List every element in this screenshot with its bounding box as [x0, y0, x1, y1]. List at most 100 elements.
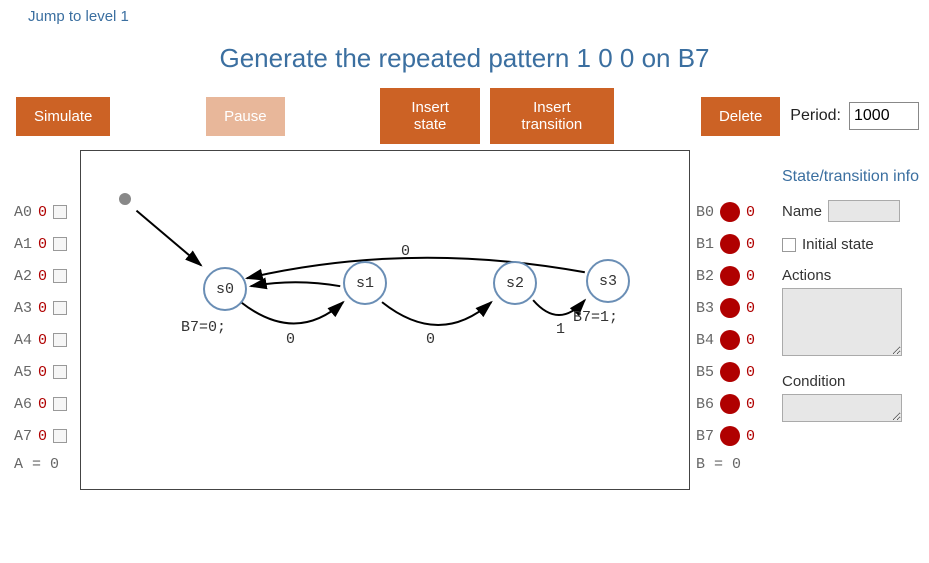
input-a5-checkbox[interactable] [53, 365, 67, 379]
output-b0-label: B0 [696, 204, 714, 221]
output-b1-row: B1 0 [696, 228, 772, 260]
input-a1-label: A1 [14, 236, 32, 253]
state-s0-label: s0 [216, 281, 234, 298]
jump-link[interactable]: Jump to level 1 [0, 0, 129, 25]
output-b-column: B0 0 B1 0 B2 0 B3 0 B4 0 B5 0 [690, 150, 772, 490]
input-a4-checkbox[interactable] [53, 333, 67, 347]
input-a0-value: 0 [38, 204, 47, 221]
input-a5-label: A5 [14, 364, 32, 381]
output-b-sum: B = 0 [696, 456, 772, 473]
input-a2-label: A2 [14, 268, 32, 285]
output-b3-row: B3 0 [696, 292, 772, 324]
initial-state-checkbox[interactable] [782, 238, 796, 252]
input-a5-row: A5 0 [14, 356, 80, 388]
state-s1-label: s1 [356, 275, 374, 292]
output-b3-led-icon [720, 298, 740, 318]
output-b5-row: B5 0 [696, 356, 772, 388]
state-s3-label: s3 [599, 273, 617, 290]
output-b6-led-icon [720, 394, 740, 414]
input-a2-row: A2 0 [14, 260, 80, 292]
input-a6-label: A6 [14, 396, 32, 413]
input-a0-row: A0 0 [14, 196, 80, 228]
output-b5-led-icon [720, 362, 740, 382]
info-panel: State/transition info Name Initial state… [772, 150, 922, 490]
input-a0-label: A0 [14, 204, 32, 221]
input-a2-checkbox[interactable] [53, 269, 67, 283]
insert-transition-button[interactable]: Insert transition [490, 88, 614, 144]
period-input[interactable] [849, 102, 919, 130]
insert-state-button[interactable]: Insert state [380, 88, 480, 144]
info-panel-header: State/transition info [782, 168, 922, 186]
input-a3-checkbox[interactable] [53, 301, 67, 315]
output-b4-value: 0 [746, 332, 755, 349]
state-s0[interactable]: s0 [203, 267, 247, 311]
pause-button: Pause [206, 97, 285, 136]
output-b0-value: 0 [746, 204, 755, 221]
toolbar: Simulate Pause Insert state Insert trans… [0, 88, 929, 150]
page-title: Generate the repeated pattern 1 0 0 on B… [0, 43, 929, 74]
input-a0-checkbox[interactable] [53, 205, 67, 219]
output-b6-label: B6 [696, 396, 714, 413]
output-b3-value: 0 [746, 300, 755, 317]
actions-label: Actions [782, 267, 922, 284]
output-b7-value: 0 [746, 428, 755, 445]
input-a7-checkbox[interactable] [53, 429, 67, 443]
state-s2-label: s2 [506, 275, 524, 292]
edge-s1-s2-label: 0 [426, 331, 435, 348]
state-s0-action: B7=0; [181, 319, 226, 336]
fsm-canvas[interactable]: s0 s1 s2 s3 B7=0; B7=1; 0 0 1 0 [80, 150, 690, 490]
input-a5-value: 0 [38, 364, 47, 381]
output-b6-row: B6 0 [696, 388, 772, 420]
output-b3-label: B3 [696, 300, 714, 317]
input-a4-label: A4 [14, 332, 32, 349]
input-a1-value: 0 [38, 236, 47, 253]
state-s3-action: B7=1; [573, 309, 618, 326]
name-label: Name [782, 203, 822, 220]
state-s3[interactable]: s3 [586, 259, 630, 303]
output-b1-value: 0 [746, 236, 755, 253]
input-a1-row: A1 0 [14, 228, 80, 260]
output-b0-row: B0 0 [696, 196, 772, 228]
output-b2-value: 0 [746, 268, 755, 285]
output-b2-label: B2 [696, 268, 714, 285]
input-a-sum: A = 0 [14, 456, 80, 473]
input-a4-row: A4 0 [14, 324, 80, 356]
input-a3-row: A3 0 [14, 292, 80, 324]
state-s2[interactable]: s2 [493, 261, 537, 305]
output-b1-label: B1 [696, 236, 714, 253]
input-a6-checkbox[interactable] [53, 397, 67, 411]
edge-s0-s1-label: 0 [286, 331, 295, 348]
input-a1-checkbox[interactable] [53, 237, 67, 251]
input-a3-value: 0 [38, 300, 47, 317]
output-b7-label: B7 [696, 428, 714, 445]
delete-button[interactable]: Delete [701, 97, 780, 136]
input-a4-value: 0 [38, 332, 47, 349]
initial-state-label: Initial state [802, 236, 874, 253]
input-a-column: A0 0 A1 0 A2 0 A3 0 A4 0 A5 0 [14, 150, 80, 490]
state-s1[interactable]: s1 [343, 261, 387, 305]
output-b6-value: 0 [746, 396, 755, 413]
output-b0-led-icon [720, 202, 740, 222]
output-b7-led-icon [720, 426, 740, 446]
initial-marker-icon[interactable] [119, 193, 131, 205]
input-a6-value: 0 [38, 396, 47, 413]
input-a7-value: 0 [38, 428, 47, 445]
output-b4-led-icon [720, 330, 740, 350]
input-a7-label: A7 [14, 428, 32, 445]
actions-textarea[interactable] [782, 288, 902, 356]
output-b2-row: B2 0 [696, 260, 772, 292]
condition-textarea[interactable] [782, 394, 902, 422]
edge-s3-s0-label: 0 [401, 243, 410, 260]
output-b2-led-icon [720, 266, 740, 286]
name-input[interactable] [828, 200, 900, 222]
output-b7-row: B7 0 [696, 420, 772, 452]
input-a3-label: A3 [14, 300, 32, 317]
output-b4-label: B4 [696, 332, 714, 349]
period-label: Period: [790, 107, 841, 125]
simulate-button[interactable]: Simulate [16, 97, 110, 136]
output-b1-led-icon [720, 234, 740, 254]
input-a2-value: 0 [38, 268, 47, 285]
output-b4-row: B4 0 [696, 324, 772, 356]
condition-label: Condition [782, 373, 922, 390]
output-b5-value: 0 [746, 364, 755, 381]
